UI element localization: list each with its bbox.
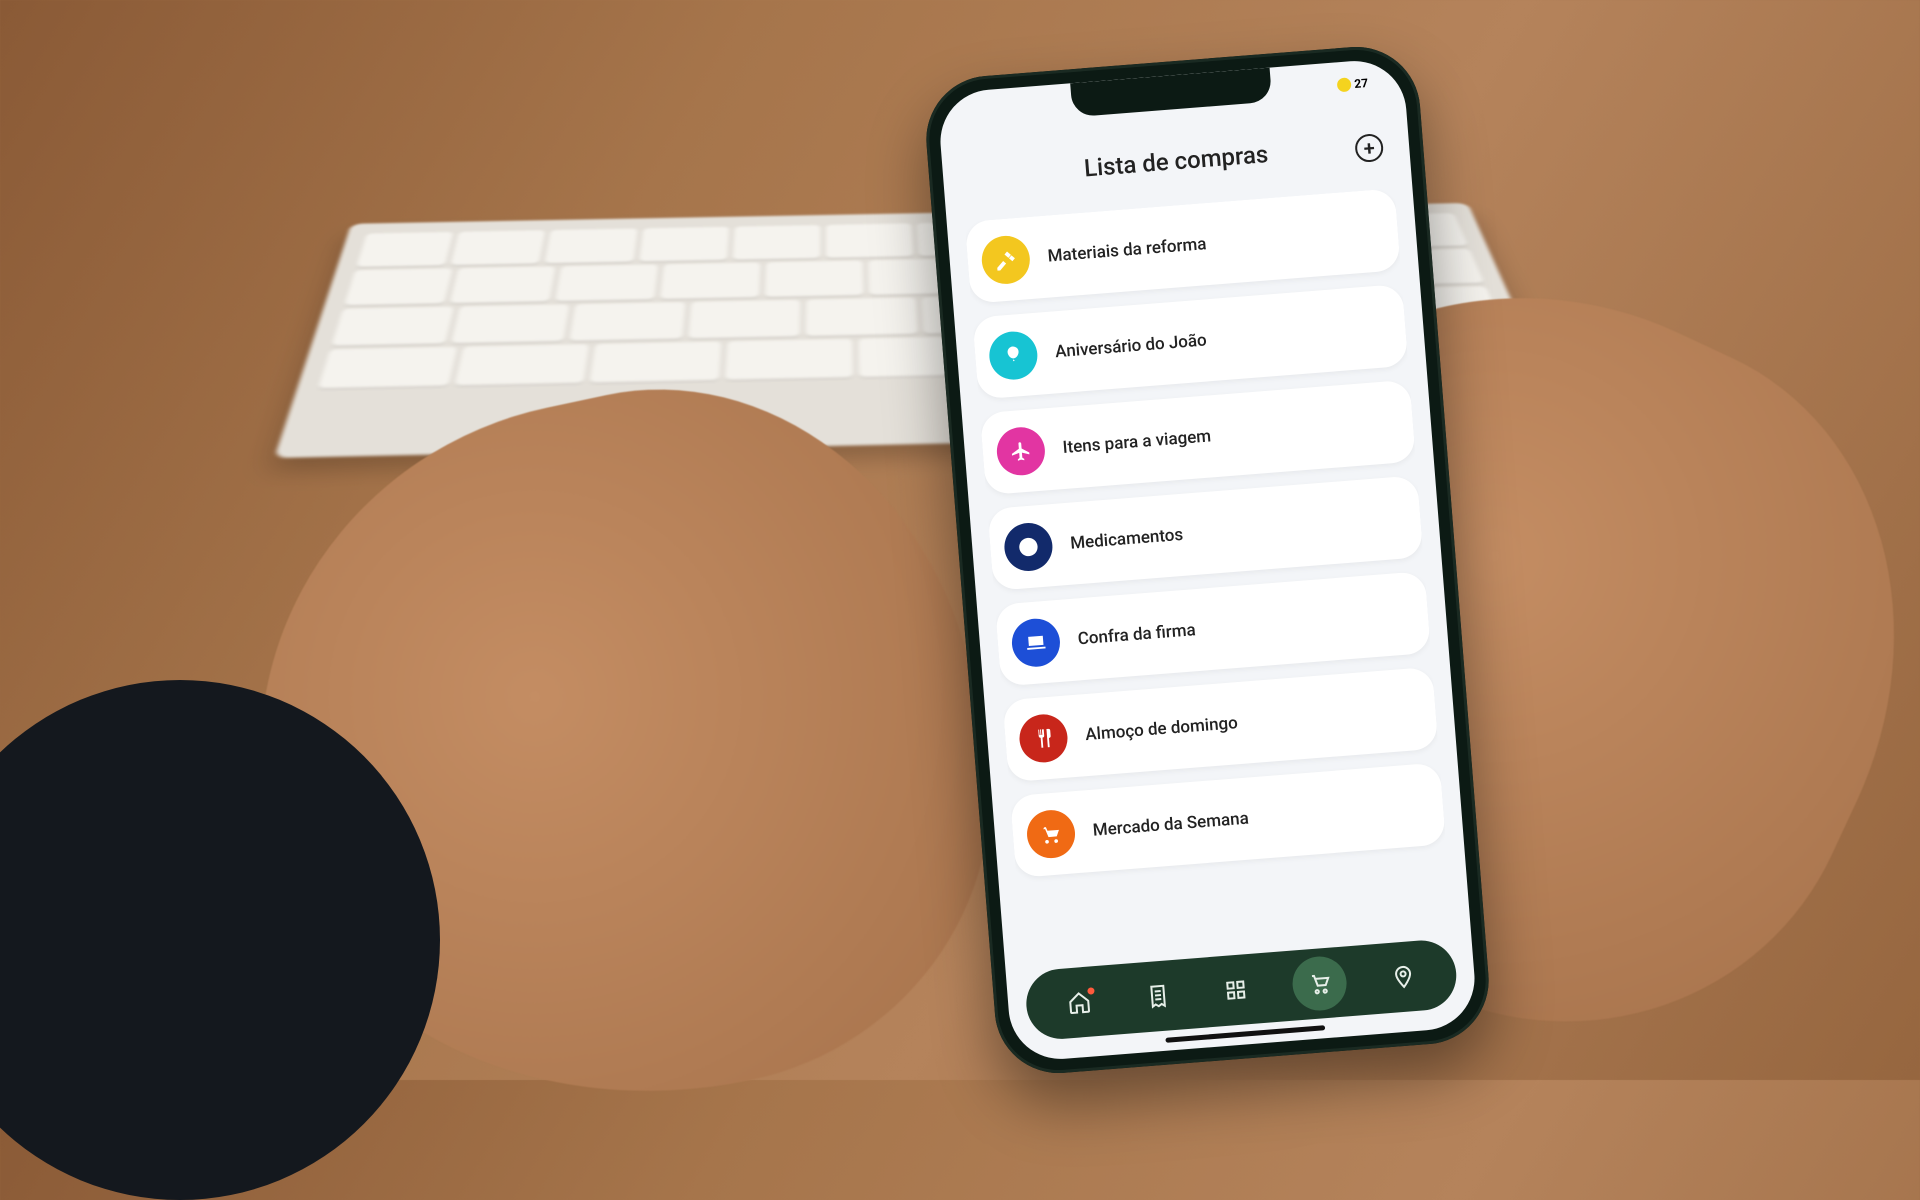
shopping-list-item[interactable]: Mercado da Semana: [1010, 762, 1446, 878]
bottom-navigation: [1024, 938, 1459, 1042]
screen-header: Lista de compras +: [942, 129, 1410, 194]
phone-frame: 27 Lista de compras + Materiais da refor…: [922, 42, 1494, 1078]
list-item-label: Itens para a viagem: [1062, 426, 1212, 458]
phone-notch: [1070, 68, 1272, 118]
list-item-label: Medicamentos: [1070, 525, 1184, 554]
list-item-label: Materiais da reforma: [1047, 234, 1207, 266]
shopping-lists-container[interactable]: Materiais da reforma Aniversário do João I…: [965, 188, 1452, 952]
utensils-icon: [1018, 713, 1070, 765]
list-item-label: Confra da firma: [1077, 620, 1196, 649]
hammer-icon: [980, 234, 1032, 286]
shopping-list-item[interactable]: Aniversário do João: [972, 284, 1408, 400]
cart-icon: [1025, 808, 1077, 860]
nav-tab-location[interactable]: [1379, 953, 1426, 1000]
list-item-label: Mercado da Semana: [1092, 809, 1249, 841]
nav-tab-cart[interactable]: [1291, 954, 1349, 1012]
battery-label: 27: [1354, 76, 1369, 91]
plane-icon: [995, 425, 1047, 477]
shopping-list-item[interactable]: Itens para a viagem: [980, 380, 1416, 496]
laptop-icon: [1010, 617, 1062, 669]
medical-icon: [1003, 521, 1055, 573]
shopping-list-item[interactable]: Almoço de domingo: [1002, 667, 1438, 783]
shopping-list-item[interactable]: Materiais da reforma: [965, 188, 1401, 304]
shopping-list-item[interactable]: Confra da firma: [995, 571, 1431, 687]
status-battery-badge: 27: [1337, 76, 1369, 92]
shopping-list-item[interactable]: Medicamentos: [987, 475, 1423, 591]
plus-icon: +: [1363, 136, 1376, 161]
nav-tab-scan[interactable]: [1213, 966, 1260, 1013]
balloon-icon: [988, 330, 1040, 382]
nav-tab-home[interactable]: [1056, 979, 1103, 1026]
notification-dot-icon: [1087, 987, 1095, 995]
nav-tab-receipts[interactable]: [1134, 973, 1181, 1020]
list-item-label: Aniversário do João: [1054, 330, 1207, 362]
phone-screen: 27 Lista de compras + Materiais da refor…: [937, 57, 1479, 1063]
battery-icon: [1337, 77, 1352, 92]
add-list-button[interactable]: +: [1354, 133, 1384, 163]
page-title: Lista de compras: [1083, 140, 1269, 182]
list-item-label: Almoço de domingo: [1085, 713, 1239, 745]
